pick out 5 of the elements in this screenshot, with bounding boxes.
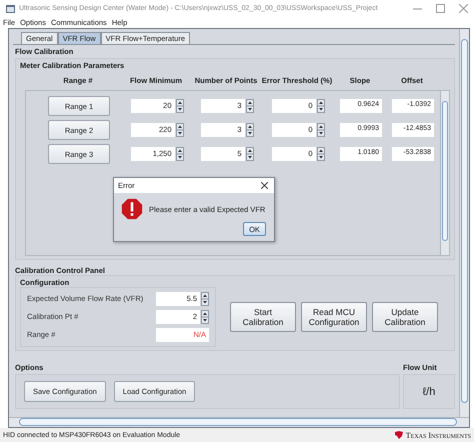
logo-text: Texas Instruments [406, 430, 471, 440]
flow-unit-value: ℓ/h [422, 386, 436, 398]
action-button[interactable]: Start Calibration [230, 302, 296, 332]
action-button[interactable]: Read MCU Configuration [301, 302, 367, 332]
action-button[interactable]: Update Calibration [372, 302, 438, 332]
